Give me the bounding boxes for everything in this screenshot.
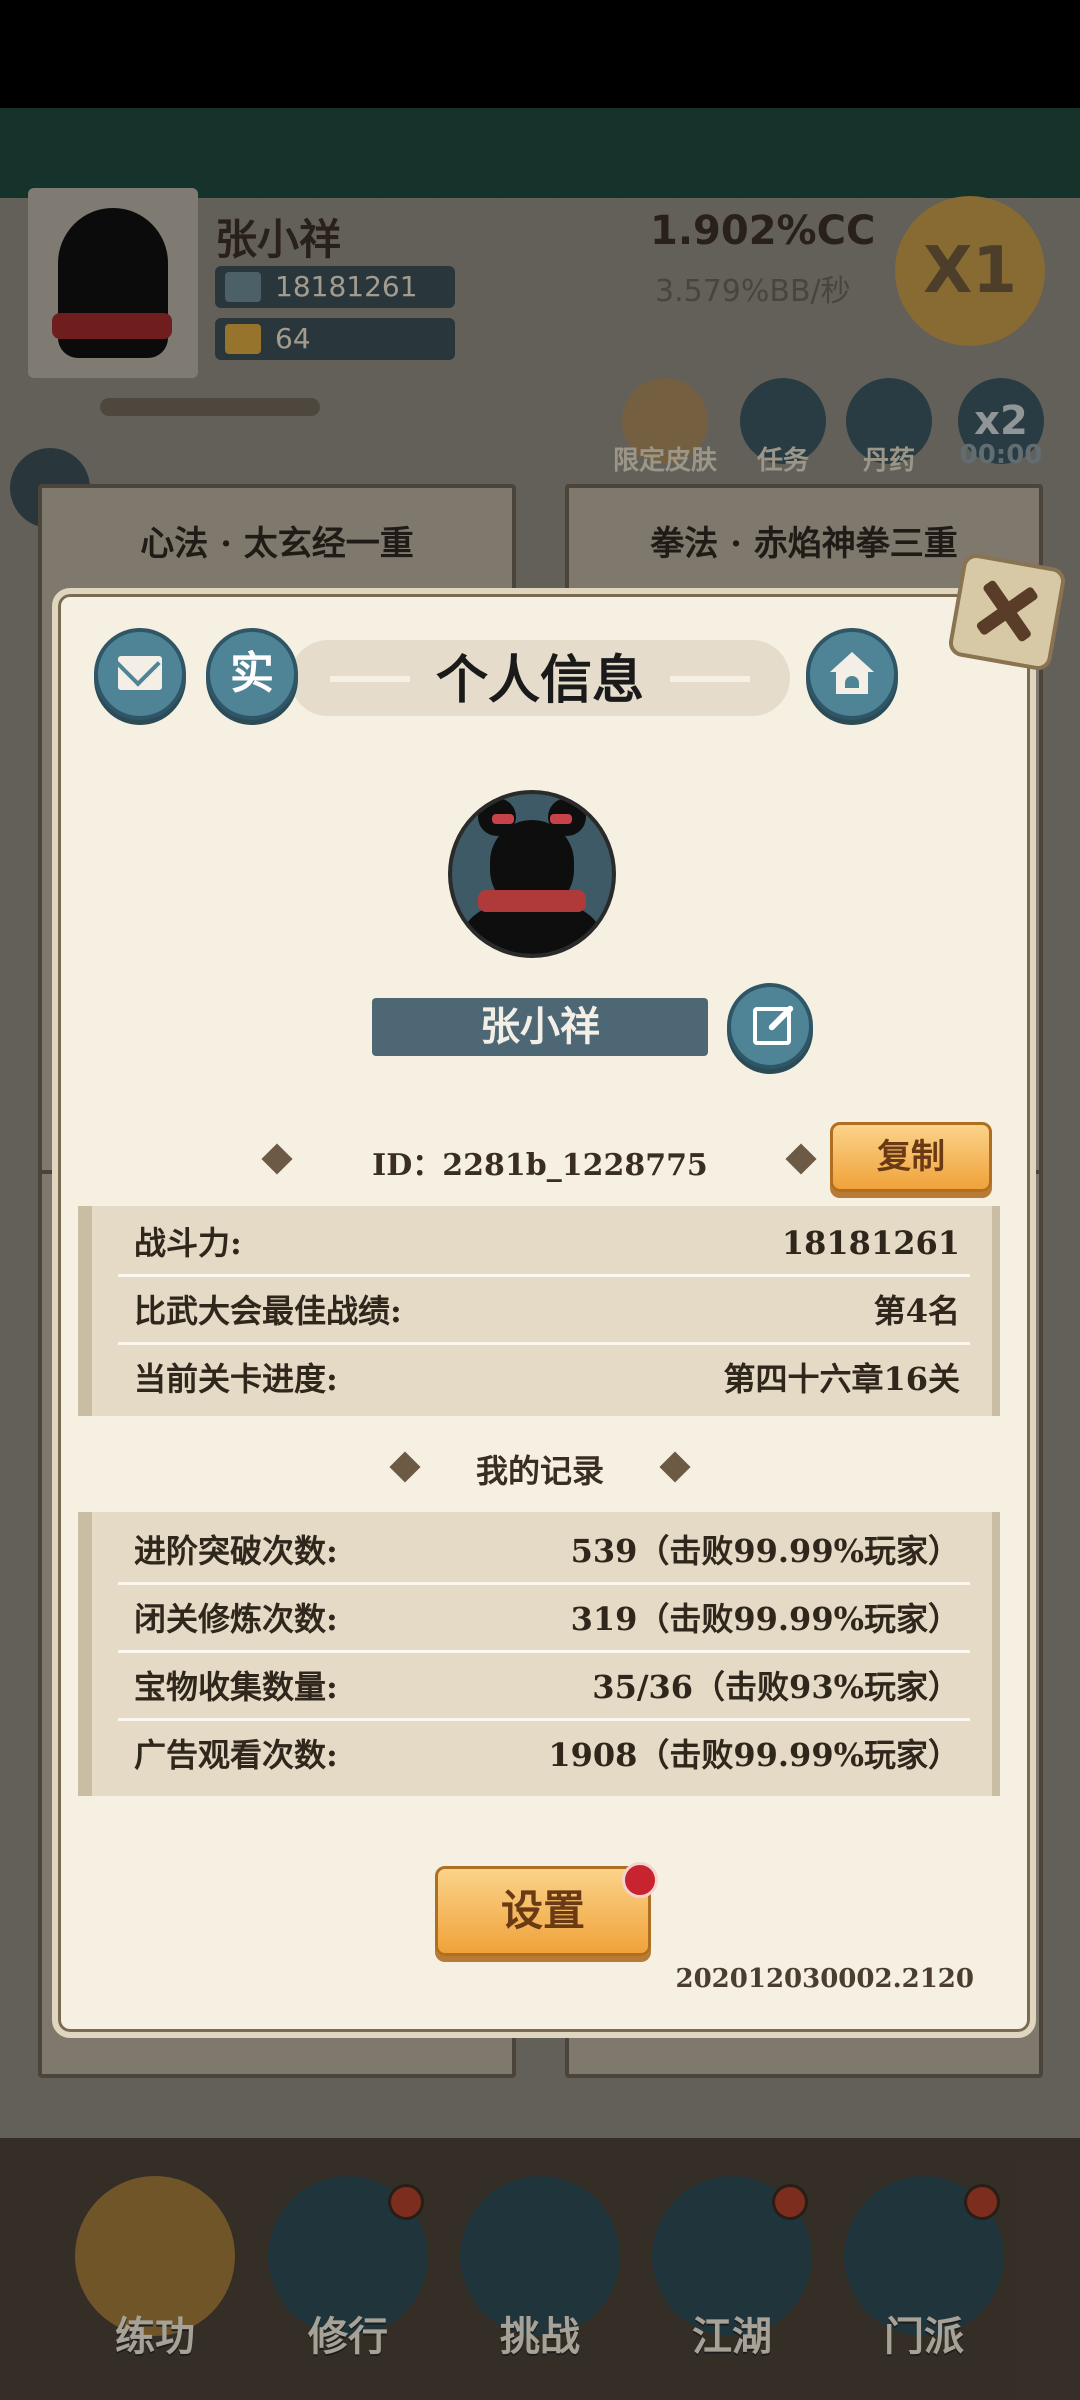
player-name: 张小祥 xyxy=(372,998,708,1056)
mail-button[interactable] xyxy=(94,628,186,720)
settings-button[interactable]: 设置 xyxy=(435,1866,651,1956)
record-row-seclusion: 闭关修炼次数: 319（击败99.99%玩家） xyxy=(118,1588,970,1653)
stat-value: 第4名 xyxy=(873,1292,960,1330)
record-row-breakthrough: 进阶突破次数: 539（击败99.99%玩家） xyxy=(118,1520,970,1585)
stat-label: 战斗力: xyxy=(134,1224,242,1262)
mail-icon xyxy=(118,656,162,690)
player-avatar[interactable] xyxy=(448,790,616,958)
version-number: 202012030002.2120 xyxy=(675,1964,974,1994)
record-row-treasure: 宝物收集数量: 35/36（击败93%玩家） xyxy=(118,1656,970,1721)
avatar-ribbon-right xyxy=(550,814,572,824)
stat-row-power: 战斗力: 18181261 xyxy=(118,1212,970,1277)
stat-row-tournament: 比武大会最佳战绩: 第4名 xyxy=(118,1280,970,1345)
stat-row-progress: 当前关卡进度: 第四十六章16关 xyxy=(118,1348,970,1410)
stat-label: 比武大会最佳战绩: xyxy=(134,1292,402,1330)
notification-badge xyxy=(622,1862,658,1898)
record-value: 35/36（击败93%玩家） xyxy=(592,1668,960,1706)
home-button[interactable] xyxy=(806,628,898,720)
copy-id-button[interactable]: 复制 xyxy=(830,1122,992,1192)
status-bar xyxy=(0,0,1080,108)
home-heart-icon xyxy=(830,652,874,696)
record-label: 闭关修炼次数: xyxy=(134,1600,338,1638)
stat-value: 第四十六章16关 xyxy=(723,1360,960,1398)
avatar-ribbon-left xyxy=(492,814,514,824)
record-row-ads: 广告观看次数: 1908（击败99.99%玩家） xyxy=(118,1724,970,1786)
stat-label: 当前关卡进度: xyxy=(134,1360,338,1398)
records-box: 进阶突破次数: 539（击败99.99%玩家） 闭关修炼次数: 319（击败99… xyxy=(78,1512,1000,1796)
edit-name-button[interactable] xyxy=(727,983,813,1069)
avatar-scarf xyxy=(478,890,586,912)
record-label: 广告观看次数: xyxy=(134,1736,338,1774)
record-value: 1908（击败99.99%玩家） xyxy=(548,1736,960,1774)
records-title: 我的记录 xyxy=(475,1452,604,1490)
dialog-title: 个人信息 xyxy=(435,650,644,711)
record-label: 宝物收集数量: xyxy=(134,1668,338,1706)
real-name-button[interactable]: 实 xyxy=(206,628,298,720)
close-button[interactable] xyxy=(946,551,1068,673)
stats-box: 战斗力: 18181261 比武大会最佳战绩: 第4名 当前关卡进度: 第四十六… xyxy=(78,1206,1000,1416)
stat-value: 18181261 xyxy=(781,1224,960,1262)
record-value: 539（击败99.99%玩家） xyxy=(570,1532,960,1570)
record-label: 进阶突破次数: xyxy=(134,1532,338,1570)
record-value: 319（击败99.99%玩家） xyxy=(570,1600,960,1638)
player-id: ID：2281b_1228775 xyxy=(372,1148,708,1183)
